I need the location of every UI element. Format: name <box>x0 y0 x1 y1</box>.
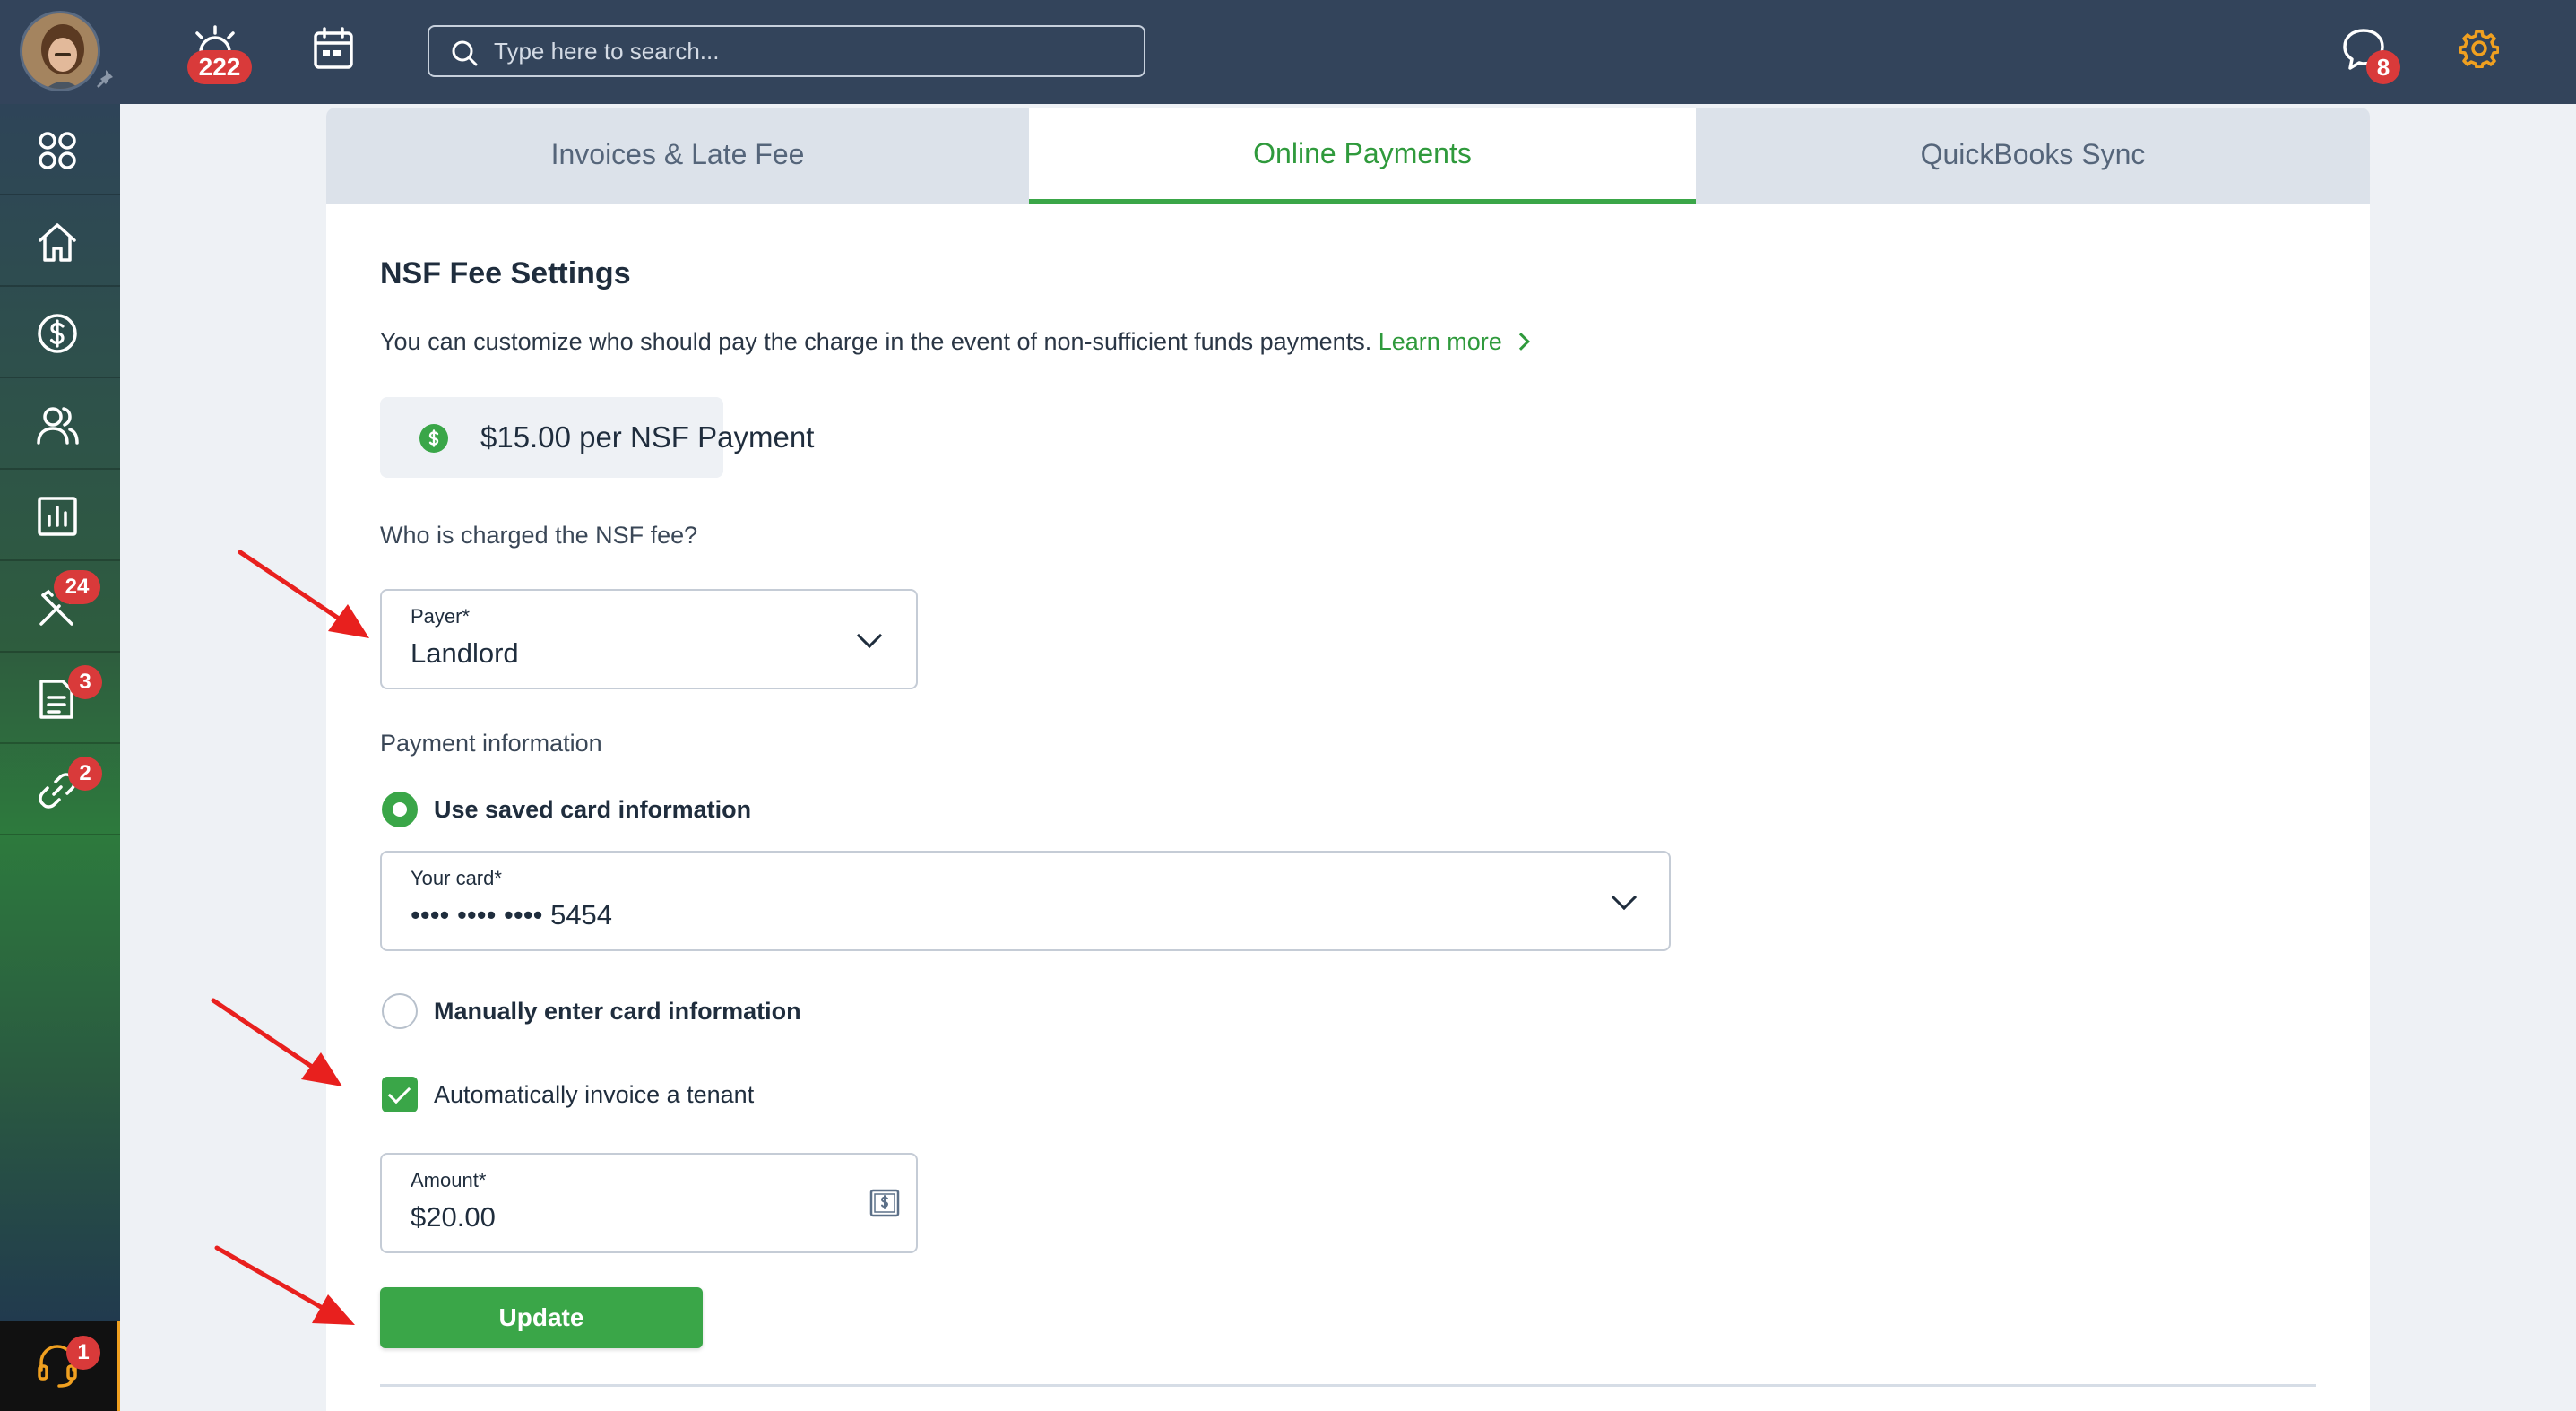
radio-manual-card[interactable] <box>382 993 418 1029</box>
messages-badge: 8 <box>2366 50 2400 84</box>
user-avatar[interactable] <box>20 11 100 91</box>
dollar-circle-icon <box>38 314 77 353</box>
sidebar-item-documents[interactable]: 3 <box>0 653 120 744</box>
chevron-down-icon <box>856 622 883 649</box>
learn-more-label: Learn more <box>1378 328 1502 355</box>
section-title: NSF Fee Settings <box>380 256 631 290</box>
fee-text: $15.00 per NSF Payment <box>480 420 815 454</box>
payer-select[interactable]: Payer* Landlord <box>380 589 918 689</box>
sidebar: 24 3 2 <box>0 104 120 1321</box>
gear-icon <box>2459 30 2500 69</box>
sidebar-item-people[interactable] <box>0 378 120 470</box>
sidebar-item-home[interactable] <box>0 195 120 287</box>
sidebar-item-reports[interactable] <box>0 470 120 561</box>
chevron-down-icon <box>1611 884 1638 911</box>
learn-more-link[interactable]: Learn more <box>1378 328 1530 355</box>
card-value: •••• •••• •••• 5454 <box>411 899 613 931</box>
chevron-right-icon <box>1511 333 1530 351</box>
amount-value: $20.00 <box>411 1201 496 1233</box>
sidebar-badge: 2 <box>68 757 102 791</box>
manual-card-label: Manually enter card information <box>434 998 801 1025</box>
tab-bar: Invoices & Late Fee Online Payments Quic… <box>326 108 2370 204</box>
tab-quickbooks-sync[interactable]: QuickBooks Sync <box>1696 108 2370 204</box>
card-select[interactable]: Your card* •••• •••• •••• 5454 <box>380 851 1671 951</box>
payer-value: Landlord <box>411 637 519 669</box>
apps-grid-icon <box>39 132 76 169</box>
payer-label: Payer* <box>411 605 471 628</box>
description-line: You can customize who should pay the cha… <box>380 328 1530 356</box>
notifications-badge: 222 <box>187 50 252 84</box>
support-active-indicator <box>117 1321 120 1411</box>
sidebar-badge: 24 <box>54 570 100 604</box>
amount-label: Amount* <box>411 1169 487 1191</box>
payer-question: Who is charged the NSF fee? <box>380 522 698 549</box>
tab-invoices-late-fee[interactable]: Invoices & Late Fee <box>326 108 1029 204</box>
sidebar-item-accounting[interactable] <box>0 287 120 378</box>
support-badge: 1 <box>66 1336 100 1370</box>
sidebar-item-links[interactable]: 2 <box>0 744 120 835</box>
pin-icon <box>97 70 113 88</box>
fee-amount-pill: $15.00 per NSF Payment <box>380 397 814 478</box>
settings-button[interactable] <box>2459 29 2500 69</box>
sidebar-item-maintenance[interactable]: 24 <box>0 561 120 653</box>
payment-information-label: Payment information <box>380 730 602 757</box>
support-button[interactable]: 1 <box>0 1321 117 1411</box>
search-box[interactable] <box>428 25 1145 77</box>
search-input[interactable] <box>494 27 1121 75</box>
people-icon <box>37 407 79 445</box>
update-button[interactable]: Update <box>380 1287 703 1348</box>
home-icon <box>39 223 76 262</box>
money-bill-icon <box>869 1189 900 1217</box>
description-text: You can customize who should pay the cha… <box>380 328 1372 355</box>
settings-card: Invoices & Late Fee Online Payments Quic… <box>326 108 2370 1411</box>
card-label: Your card* <box>411 867 502 889</box>
sidebar-item-apps[interactable] <box>0 104 120 195</box>
top-bar: 222 8 <box>0 0 2576 104</box>
dollar-coin-icon <box>419 424 448 453</box>
calendar-button[interactable] <box>312 27 355 70</box>
tab-online-payments[interactable]: Online Payments <box>1029 108 1696 204</box>
reports-chart-icon <box>38 497 77 536</box>
auto-invoice-checkbox[interactable] <box>382 1077 418 1112</box>
search-icon <box>452 40 478 66</box>
section-divider <box>380 1384 2316 1387</box>
calendar-icon <box>314 27 353 69</box>
saved-card-label: Use saved card information <box>434 796 752 823</box>
radio-saved-card[interactable] <box>382 792 418 827</box>
auto-invoice-label: Automatically invoice a tenant <box>434 1081 755 1108</box>
amount-input[interactable]: Amount* $20.00 <box>380 1153 918 1253</box>
sidebar-badge: 3 <box>68 665 102 699</box>
avatar-image <box>22 13 98 89</box>
